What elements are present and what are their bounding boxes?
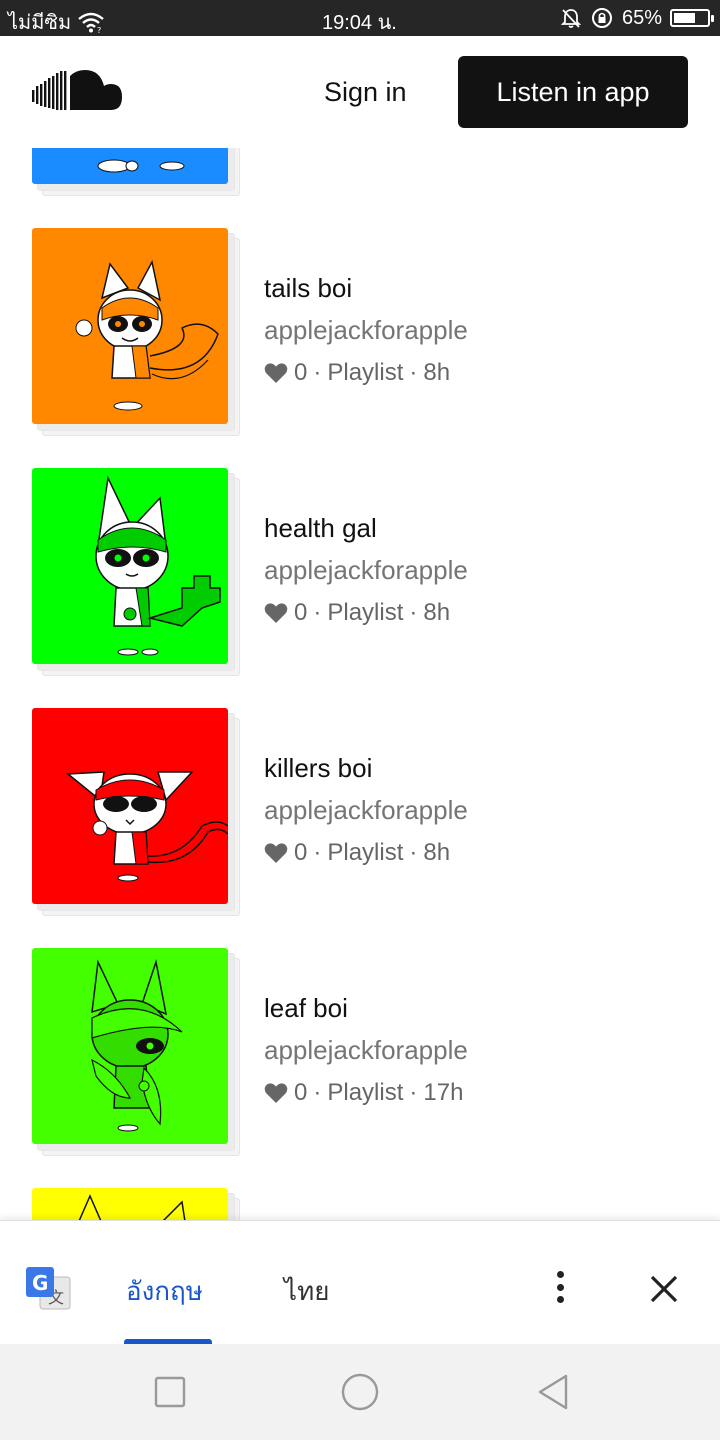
playlist-meta: health gal applejackforapple 0 · Playlis… [264, 510, 468, 630]
playlist-cover-stack [32, 1188, 242, 1220]
playlist-cover-stack [32, 148, 242, 198]
clock: 19:04 น. [322, 12, 397, 34]
playlist-stats: 0 · Playlist · 17h [264, 1076, 468, 1110]
playlist-type: Playlist [327, 839, 404, 866]
more-options-icon[interactable] [540, 1267, 580, 1307]
playlist-title[interactable]: leaf boi [264, 990, 468, 1026]
likes-count: 0 [294, 359, 308, 386]
sign-in-button[interactable]: Sign in [308, 72, 423, 112]
playlist-stats: 0 · Playlist · 8h [264, 596, 468, 630]
battery-icon [670, 9, 714, 27]
separator: · [409, 1079, 418, 1106]
playlist-type: Playlist [327, 1079, 404, 1106]
rotation-lock-icon [591, 8, 612, 28]
svg-text:?: ? [97, 26, 101, 33]
separator: · [409, 839, 418, 866]
playlist-cover[interactable] [32, 708, 228, 904]
recents-icon[interactable] [150, 1372, 190, 1412]
carrier-label: ไม่มีซิม [8, 12, 72, 34]
playlist-age: 17h [423, 1079, 464, 1106]
back-icon[interactable] [534, 1372, 574, 1412]
playlist-type: Playlist [327, 599, 404, 626]
heart-icon [264, 1083, 288, 1103]
list-item[interactable]: leaf boi applejackforapple 0 · Playlist … [0, 948, 720, 1168]
close-icon[interactable] [646, 1271, 682, 1307]
bell-muted-icon [560, 9, 582, 28]
home-icon[interactable] [340, 1372, 380, 1412]
separator: · [409, 599, 418, 626]
playlist-age: 8h [423, 839, 451, 866]
heart-icon [264, 363, 288, 383]
likes-count: 0 [294, 1079, 308, 1106]
list-item-partial-bottom[interactable] [0, 1188, 720, 1220]
likes-count: 0 [294, 599, 308, 626]
playlist-cover[interactable] [32, 948, 228, 1144]
playlist-stats: 0 · Playlist · 8h [264, 356, 468, 390]
playlist-title[interactable]: tails boi [264, 270, 468, 306]
separator: · [313, 599, 322, 626]
list-item-partial-top[interactable] [0, 148, 720, 208]
playlist-cover-stack [32, 228, 242, 438]
system-nav-bar [0, 1344, 720, 1440]
translate-bar: 文 G อังกฤษ ไทย [0, 1220, 720, 1345]
playlist-meta: tails boi applejackforapple 0 · Playlist… [264, 270, 468, 390]
status-bar: ไม่มีซิม ? 19:04 น. 65% [0, 0, 720, 36]
google-translate-icon[interactable]: 文 G [24, 1265, 72, 1313]
list-item[interactable]: health gal applejackforapple 0 · Playlis… [0, 468, 720, 688]
playlist-title[interactable]: health gal [264, 510, 468, 546]
heart-icon [264, 603, 288, 623]
playlist-title[interactable]: killers boi [264, 750, 468, 786]
playlist-cover-stack [32, 708, 242, 918]
separator: · [313, 1079, 322, 1106]
playlist-cover-stack [32, 948, 242, 1158]
soundcloud-logo[interactable] [30, 68, 124, 114]
list-item[interactable]: tails boi applejackforapple 0 · Playlist… [0, 228, 720, 448]
source-language-tab[interactable]: อังกฤษ [126, 1271, 203, 1312]
site-header: Sign in Listen in app [0, 36, 720, 148]
playlist-meta: leaf boi applejackforapple 0 · Playlist … [264, 990, 468, 1110]
target-language-tab[interactable]: ไทย [284, 1271, 329, 1312]
playlist-cover[interactable] [32, 228, 228, 424]
separator: · [313, 839, 322, 866]
playlist-age: 8h [423, 359, 451, 386]
wifi-icon: ? [78, 12, 104, 33]
likes-count: 0 [294, 839, 308, 866]
heart-icon [264, 843, 288, 863]
playlist-type: Playlist [327, 359, 404, 386]
playlist-artist[interactable]: applejackforapple [264, 312, 468, 348]
playlist-stats: 0 · Playlist · 8h [264, 836, 468, 870]
list-item[interactable]: killers boi applejackforapple 0 · Playli… [0, 708, 720, 928]
playlist-artist[interactable]: applejackforapple [264, 792, 468, 828]
playlist-artist[interactable]: applejackforapple [264, 1032, 468, 1068]
playlist-age: 8h [423, 599, 451, 626]
playlist-cover-stack [32, 468, 242, 678]
battery-percent: 65% [621, 6, 662, 29]
separator: · [409, 359, 418, 386]
svg-text:G: G [32, 1271, 48, 1295]
playlist-cover[interactable] [32, 468, 228, 664]
listen-in-app-button[interactable]: Listen in app [458, 56, 688, 128]
separator: · [313, 359, 322, 386]
playlist-cover[interactable] [32, 148, 228, 184]
playlist-meta: killers boi applejackforapple 0 · Playli… [264, 750, 468, 870]
playlist-cover[interactable] [32, 1188, 228, 1220]
playlist-artist[interactable]: applejackforapple [264, 552, 468, 588]
playlist-list: tails boi applejackforapple 0 · Playlist… [0, 148, 720, 1220]
